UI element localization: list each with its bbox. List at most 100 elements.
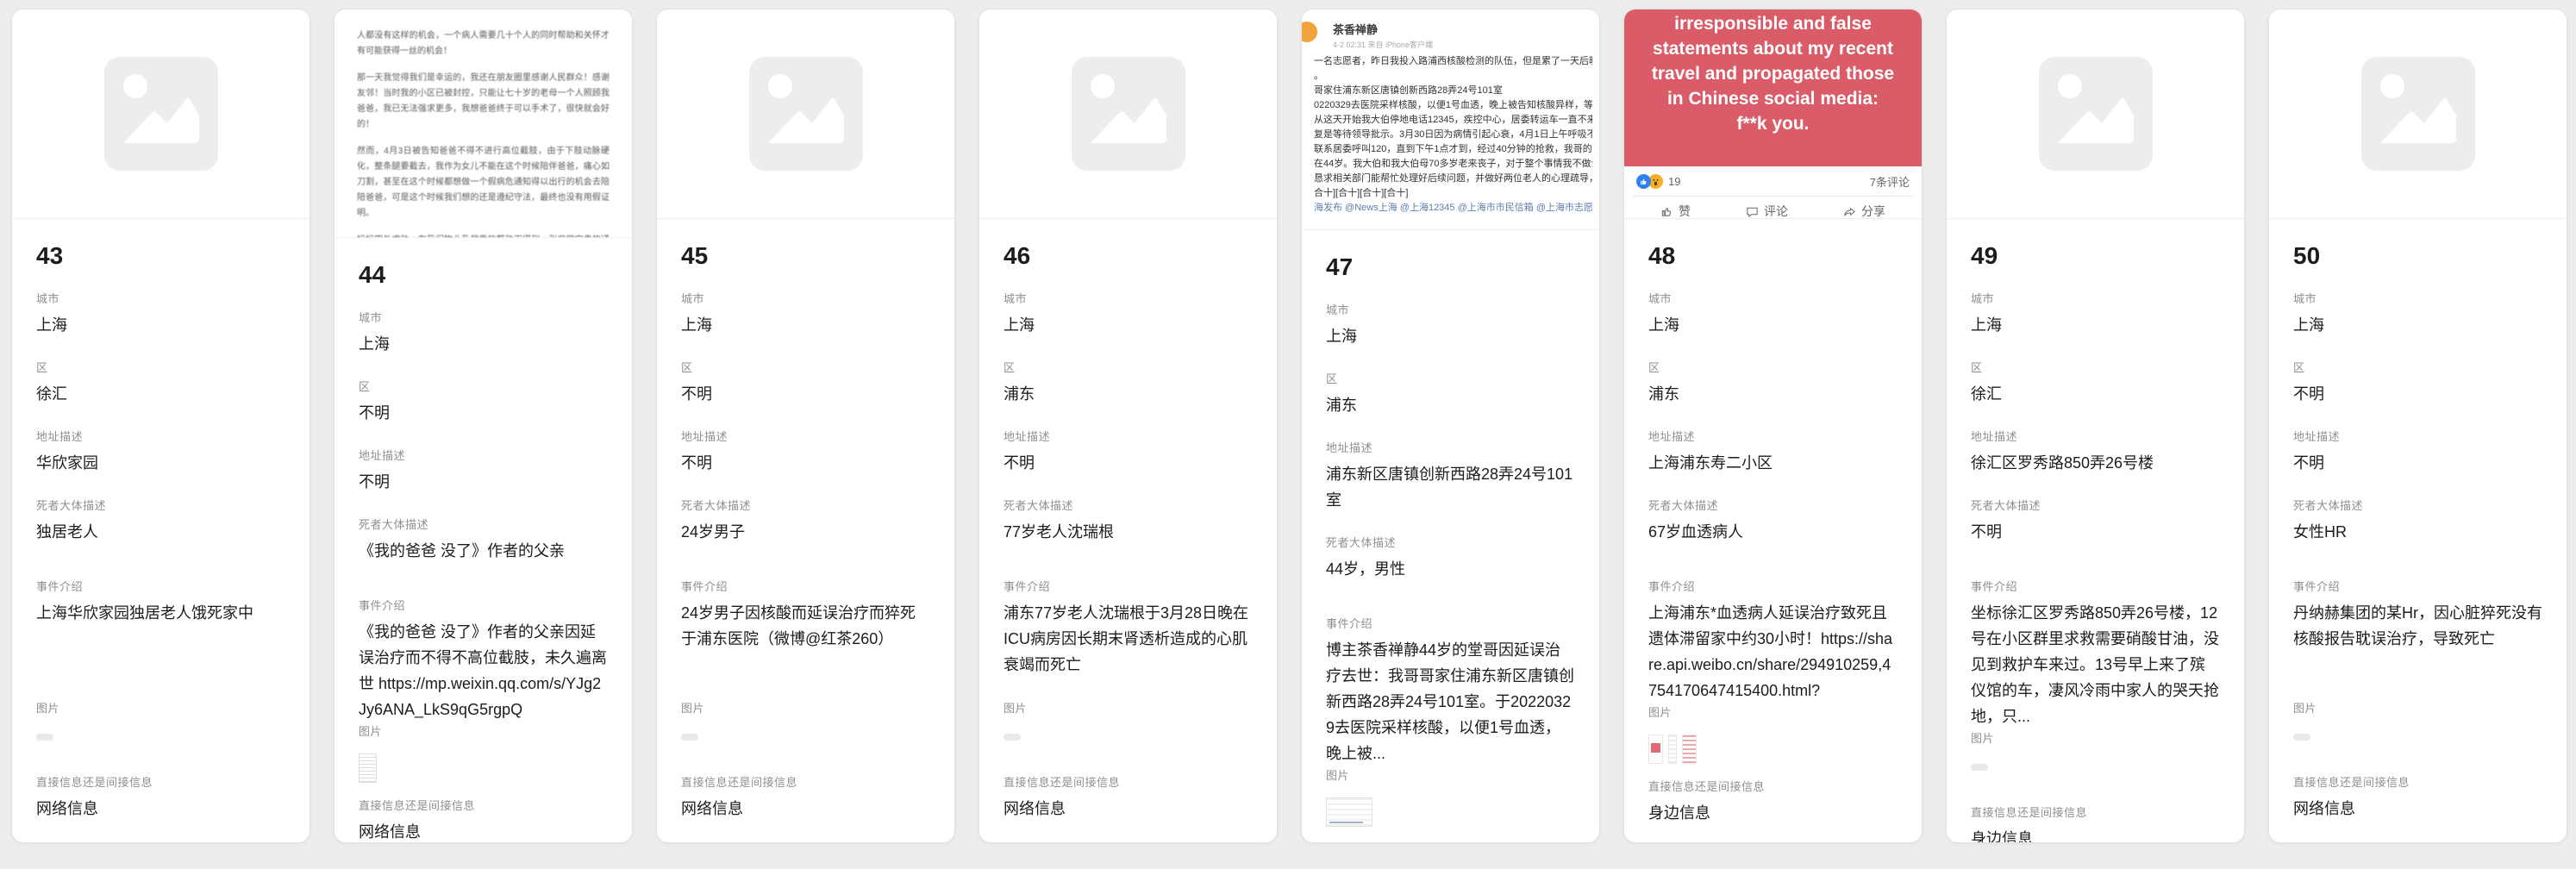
info-type-value: 身边信息 [1971,826,2220,843]
card-number: 43 [36,241,285,271]
field-label-image: 图片 [681,699,930,716]
card-media[interactable] [657,9,954,219]
weibo-text-line: 0220329去医院采样核酸，以便1号血透，晚上被告知核酸异样，等待转移 [1314,98,1592,113]
card-media[interactable] [12,9,309,219]
screenshot-paragraph: 妈妈四处求助，在我们物业及居委的帮助下得到一张非常宝贵的通行证，整个小区就只有三… [357,233,610,238]
field-label-deceased: 死者大体描述 [1004,497,1253,513]
weibo-text-line: 复是等待领导批示。3月30日因为病情引起心衰，4月1日上午呼吸不畅， [1314,128,1592,142]
address-value: 上海浦东寿二小区 [1648,450,1898,476]
field-label-city: 城市 [36,290,285,306]
field-label-city: 城市 [1326,301,1575,317]
card-media-weibo-screenshot[interactable]: 茶香禅静 4-2 02:31 来自 iPhone客户端 一名志愿者，昨日我投入路… [1302,9,1599,230]
city-value: 上海 [1971,312,2220,338]
field-label-event: 事件介绍 [359,597,608,613]
share-button[interactable]: 分享 [1843,203,1885,219]
info-type-value: 网络信息 [681,796,930,822]
info-type-value: 网络信息 [2293,796,2542,822]
case-card-48[interactable]: irresponsible and false statements about… [1623,9,1923,843]
image-thumbnail[interactable] [1326,797,1372,827]
field-label-event: 事件介绍 [1971,578,2220,594]
field-label-info-type: 直接信息还是间接信息 [681,773,930,790]
district-value: 不明 [359,400,608,426]
case-card-44[interactable]: 人都没有这样的机会，一个病人需要几十个人的同时帮助和关怀才有可能获得一丝的机会！… [334,9,633,843]
district-value: 徐汇 [1971,381,2220,407]
image-thumbnail[interactable] [1682,735,1697,764]
card-media-text-screenshot[interactable]: 人都没有这样的机会，一个病人需要几十个人的同时帮助和关怀才有可能获得一丝的机会！… [335,9,632,238]
case-card-50[interactable]: 50 城市上海 区不明 地址描述不明 死者大体描述女性HR 事件介绍丹纳赫集团的… [2268,9,2567,843]
field-label-event: 事件介绍 [2293,578,2542,594]
address-value: 不明 [359,469,608,495]
field-label-image: 图片 [36,699,285,716]
weibo-text-line: 联系居委呼叫120，直到下午1点才到，经过40分钟的抢救，我哥的生命 [1314,142,1592,157]
address-value: 不明 [2293,450,2542,476]
field-label-city: 城市 [1648,290,1898,306]
like-button[interactable]: 赞 [1660,203,1691,219]
card-media[interactable] [979,9,1277,219]
field-label-address: 地址描述 [1326,439,1575,455]
field-label-deceased: 死者大体描述 [1326,534,1575,550]
deceased-value: 独居老人 [36,519,285,545]
image-thumbnail[interactable] [1668,735,1677,764]
image-thumbnail[interactable] [1004,734,1021,741]
deceased-value: 77岁老人沈瑞根 [1004,519,1253,545]
field-label-info-type: 直接信息还是间接信息 [2293,773,2542,790]
field-label-address: 地址描述 [36,428,285,444]
case-card-46[interactable]: 46 城市上海 区浦东 地址描述不明 死者大体描述77岁老人沈瑞根 事件介绍浦东… [979,9,1278,843]
field-label-event: 事件介绍 [36,578,285,594]
case-card-45[interactable]: 45 城市上海 区不明 地址描述不明 死者大体描述24岁男子 事件介绍24岁男子… [656,9,955,843]
field-label-image: 图片 [1648,703,1898,720]
image-thumbnail[interactable] [681,734,698,741]
address-value: 华欣家园 [36,450,285,476]
image-thumbnails[interactable] [1648,726,1898,769]
district-value: 浦东 [1004,381,1253,407]
event-value: 24岁男子因核酸而延误治疗而猝死于浦东医院（微博@红茶260） [681,600,930,697]
field-label-city: 城市 [1004,290,1253,306]
comment-button[interactable]: 评论 [1746,203,1788,219]
field-label-district: 区 [1648,359,1898,375]
field-label-image: 图片 [359,722,608,739]
case-card-49[interactable]: 49 城市上海 区徐汇 地址描述徐汇区罗秀路850弄26号楼 死者大体描述不明 … [1946,9,2245,843]
card-body: 48 城市上海 区浦东 地址描述上海浦东寿二小区 死者大体描述67岁血透病人 事… [1624,219,1922,842]
image-thumbnail[interactable] [359,753,377,783]
card-number: 44 [359,260,608,290]
field-label-event: 事件介绍 [1326,615,1575,631]
field-label-image: 图片 [1004,699,1253,716]
image-thumbnail[interactable] [1648,735,1663,764]
share-button-label: 分享 [1861,203,1885,219]
info-type-value: 网络信息 [1004,796,1253,822]
card-body: 46 城市上海 区浦东 地址描述不明 死者大体描述77岁老人沈瑞根 事件介绍浦东… [979,219,1277,842]
card-media[interactable] [2269,9,2567,219]
field-label-deceased: 死者大体描述 [359,516,608,532]
card-media[interactable] [1947,9,2244,219]
image-thumbnail[interactable] [1971,764,1988,771]
field-label-deceased: 死者大体描述 [1971,497,2220,513]
address-value: 不明 [1004,450,1253,476]
event-value: 丹纳赫集团的某Hr，因心脏猝死没有核酸报告耽误治疗，导致死亡 [2293,600,2542,697]
card-number: 50 [2293,241,2542,271]
field-label-image: 图片 [2293,699,2542,716]
weibo-text-line: 从这天开始我大伯停地电话12345，疾控中心，居委转运车一直不来。永 [1314,113,1592,128]
comment-button-label: 评论 [1764,203,1788,219]
comments-count[interactable]: 7条评论 [1870,173,1910,190]
gallery-board: 43 城市上海 区徐汇 地址描述华欣家园 死者大体描述独居老人 事件介绍上海华欣… [0,0,2576,852]
city-value: 上海 [359,331,608,357]
city-value: 上海 [36,312,285,338]
image-thumbnail[interactable] [2293,734,2310,741]
field-label-address: 地址描述 [681,428,930,444]
field-label-info-type: 直接信息还是间接信息 [36,773,285,790]
weibo-post-meta: 4-2 02:31 来自 iPhone客户端 [1333,39,1592,50]
case-card-47[interactable]: 茶香禅静 4-2 02:31 来自 iPhone客户端 一名志愿者，昨日我投入路… [1301,9,1600,843]
card-media-facebook-screenshot[interactable]: irresponsible and false statements about… [1624,9,1922,219]
card-body: 45 城市上海 区不明 地址描述不明 死者大体描述24岁男子 事件介绍24岁男子… [657,219,954,842]
district-value: 浦东 [1326,392,1575,418]
city-value: 上海 [1004,312,1253,338]
field-label-city: 城市 [359,309,608,325]
card-number: 48 [1648,241,1898,271]
card-body: 49 城市上海 区徐汇 地址描述徐汇区罗秀路850弄26号楼 死者大体描述不明 … [1947,219,2244,842]
field-label-info-type: 直接信息还是间接信息 [1648,778,1898,794]
case-card-43[interactable]: 43 城市上海 区徐汇 地址描述华欣家园 死者大体描述独居老人 事件介绍上海华欣… [11,9,310,843]
field-label-info-type: 直接信息还是间接信息 [1326,841,1575,843]
screenshot-paragraph: 然而，4月3日被告知爸爸不得不进行高位截肢，由于下肢动脉硬化，整条腿要截去，我作… [357,144,610,222]
deceased-value: 《我的爸爸 没了》作者的父亲 [359,538,608,564]
image-thumbnail[interactable] [36,734,53,741]
